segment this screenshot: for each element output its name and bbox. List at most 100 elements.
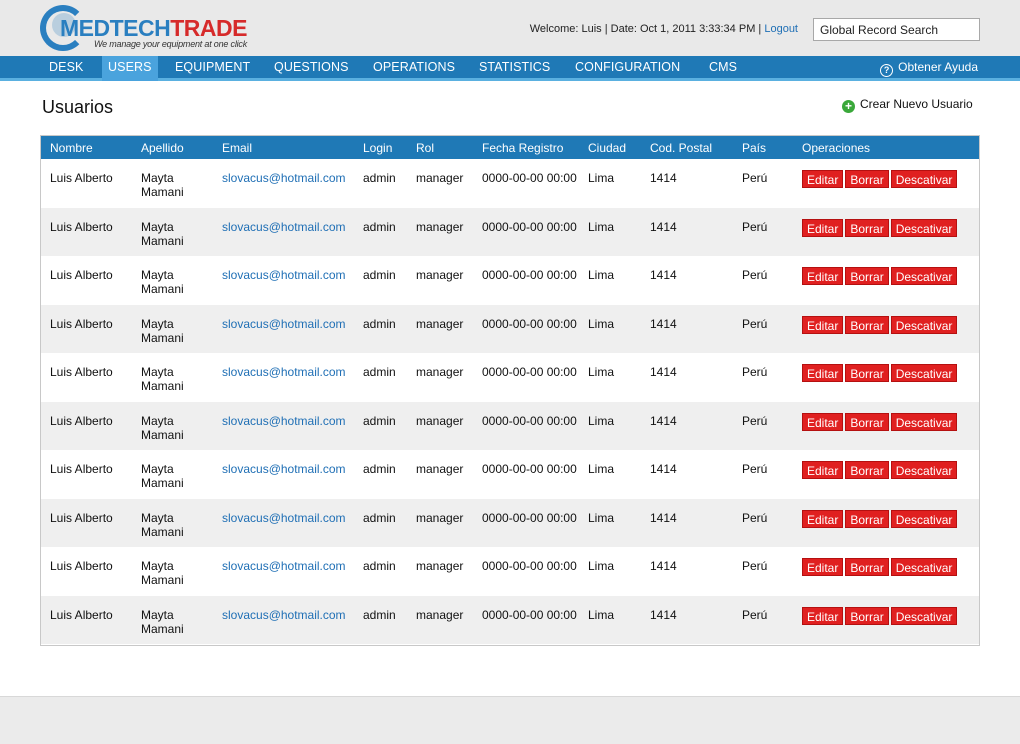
delete-button[interactable]: Borrar [845, 412, 889, 431]
cell-login: admin [363, 462, 396, 476]
delete-button[interactable]: Borrar [845, 218, 889, 237]
col-header-login[interactable]: Login [354, 136, 407, 159]
cell-pais: Perú [742, 365, 768, 379]
delete-button[interactable]: Borrar [845, 267, 889, 285]
col-header-rol[interactable]: Rol [407, 136, 473, 159]
cell-operaciones: Editar Borrar Descativar [793, 499, 979, 548]
cell-cod-postal: 1414 [650, 462, 677, 476]
nav-item-users[interactable]: USERS [102, 56, 158, 81]
col-header-email[interactable]: Email [213, 136, 354, 159]
main-navbar: DESK USERS EQUIPMENT QUESTIONS OPERATION… [0, 56, 1020, 81]
help-icon: ? [880, 64, 894, 77]
nav-item-desk[interactable]: DESK [43, 56, 89, 78]
cell-email[interactable]: slovacus@hotmail.com [213, 402, 354, 451]
cell-pais: Perú [742, 268, 768, 282]
cell-ciudad: Lima [588, 171, 615, 185]
cell-ciudad: Lima [588, 365, 615, 379]
delete-button[interactable]: Borrar [845, 558, 889, 576]
nav-item-questions[interactable]: QUESTIONS [268, 56, 355, 78]
cell-apellido: Mayta Mamani [141, 171, 184, 199]
deactivate-button[interactable]: Descativar [890, 364, 958, 382]
cell-ciudad: Lima [588, 268, 615, 282]
nav-item-statistics[interactable]: STATISTICS [473, 56, 556, 78]
header: MEDTECHTRADE We manage your equipment at… [0, 0, 1020, 56]
nav-item-equipment[interactable]: EQUIPMENT [169, 56, 256, 78]
col-header-ciudad[interactable]: Ciudad [579, 136, 641, 159]
cell-cod-postal: 1414 [650, 607, 677, 622]
cell-apellido: Mayta Mamani [141, 510, 184, 539]
edit-button[interactable]: Editar [802, 267, 844, 285]
cell-cod-postal: 1414 [650, 316, 677, 331]
cell-pais: Perú [742, 607, 768, 622]
edit-button[interactable]: Editar [802, 606, 844, 625]
cell-email[interactable]: slovacus@hotmail.com [213, 450, 354, 499]
col-header-fecha-registro[interactable]: Fecha Registro [473, 136, 579, 159]
cell-email[interactable]: slovacus@hotmail.com [213, 353, 354, 402]
cell-email[interactable]: slovacus@hotmail.com [213, 159, 354, 208]
cell-rol: manager [416, 171, 464, 185]
cell-fecha-registro: 0000-00-00 00:00 [482, 462, 577, 476]
deactivate-button[interactable]: Descativar [890, 461, 958, 479]
cell-login: admin [363, 607, 396, 622]
edit-button[interactable]: Editar [802, 315, 844, 334]
nav-item-configuration[interactable]: CONFIGURATION [569, 56, 686, 78]
delete-button[interactable]: Borrar [845, 364, 889, 382]
table-row: Luis Alberto Mayta Mamani slovacus@hotmail… [41, 256, 979, 305]
cell-pais: Perú [742, 413, 768, 428]
col-header-apellido[interactable]: Apellido [132, 136, 213, 159]
edit-button[interactable]: Editar [802, 218, 844, 237]
deactivate-button[interactable]: Descativar [890, 267, 958, 285]
delete-button[interactable]: Borrar [845, 461, 889, 479]
plus-icon: + [842, 100, 855, 113]
edit-button[interactable]: Editar [802, 412, 844, 431]
cell-nombre: Luis Alberto [50, 510, 113, 525]
col-header-cod-postal[interactable]: Cod. Postal [641, 136, 733, 159]
deactivate-button[interactable]: Descativar [890, 412, 958, 431]
delete-button[interactable]: Borrar [845, 509, 889, 528]
cell-apellido: Mayta Mamani [141, 559, 184, 587]
col-header-pais[interactable]: País [733, 136, 793, 159]
cell-nombre: Luis Alberto [50, 413, 113, 428]
cell-ciudad: Lima [588, 462, 615, 476]
delete-button[interactable]: Borrar [845, 606, 889, 625]
deactivate-button[interactable]: Descativar [890, 509, 958, 528]
deactivate-button[interactable]: Descativar [890, 315, 958, 334]
edit-button[interactable]: Editar [802, 170, 844, 188]
cell-email[interactable]: slovacus@hotmail.com [213, 208, 354, 257]
cell-apellido: Mayta Mamani [141, 607, 184, 636]
cell-email[interactable]: slovacus@hotmail.com [213, 547, 354, 596]
help-link[interactable]: ? Obtener Ayuda [880, 56, 978, 78]
nav-item-operations[interactable]: OPERATIONS [367, 56, 461, 78]
cell-rol: manager [416, 365, 464, 379]
cell-email[interactable]: slovacus@hotmail.com [213, 596, 354, 645]
deactivate-button[interactable]: Descativar [890, 218, 958, 237]
table-row: Luis Alberto Mayta Mamani slovacus@hotmail… [41, 401, 979, 451]
global-search-input[interactable] [813, 18, 980, 41]
cell-fecha-registro: 0000-00-00 00:00 [482, 171, 577, 185]
deactivate-button[interactable]: Descativar [890, 606, 958, 625]
cell-nombre: Luis Alberto [50, 559, 113, 573]
edit-button[interactable]: Editar [802, 364, 844, 382]
deactivate-button[interactable]: Descativar [890, 558, 958, 576]
cell-email[interactable]: slovacus@hotmail.com [213, 499, 354, 548]
deactivate-button[interactable]: Descativar [890, 170, 958, 188]
col-header-nombre[interactable]: Nombre [41, 136, 132, 159]
edit-button[interactable]: Editar [802, 509, 844, 528]
table-row: Luis Alberto Mayta Mamani slovacus@hotmail… [41, 595, 979, 645]
cell-ciudad: Lima [588, 219, 615, 234]
edit-button[interactable]: Editar [802, 558, 844, 576]
cell-apellido: Mayta Mamani [141, 365, 184, 393]
cell-email[interactable]: slovacus@hotmail.com [213, 305, 354, 354]
create-user-button[interactable]: + Crear Nuevo Usuario [842, 97, 973, 113]
cell-cod-postal: 1414 [650, 413, 677, 428]
delete-button[interactable]: Borrar [845, 315, 889, 334]
cell-pais: Perú [742, 316, 768, 331]
cell-email[interactable]: slovacus@hotmail.com [213, 256, 354, 305]
logout-link[interactable]: Logout [764, 23, 798, 35]
cell-login: admin [363, 316, 396, 331]
cell-ciudad: Lima [588, 510, 615, 525]
logo[interactable]: MEDTECHTRADE We manage your equipment at… [38, 3, 248, 53]
edit-button[interactable]: Editar [802, 461, 844, 479]
delete-button[interactable]: Borrar [845, 170, 889, 188]
nav-item-cms[interactable]: CMS [703, 56, 743, 78]
